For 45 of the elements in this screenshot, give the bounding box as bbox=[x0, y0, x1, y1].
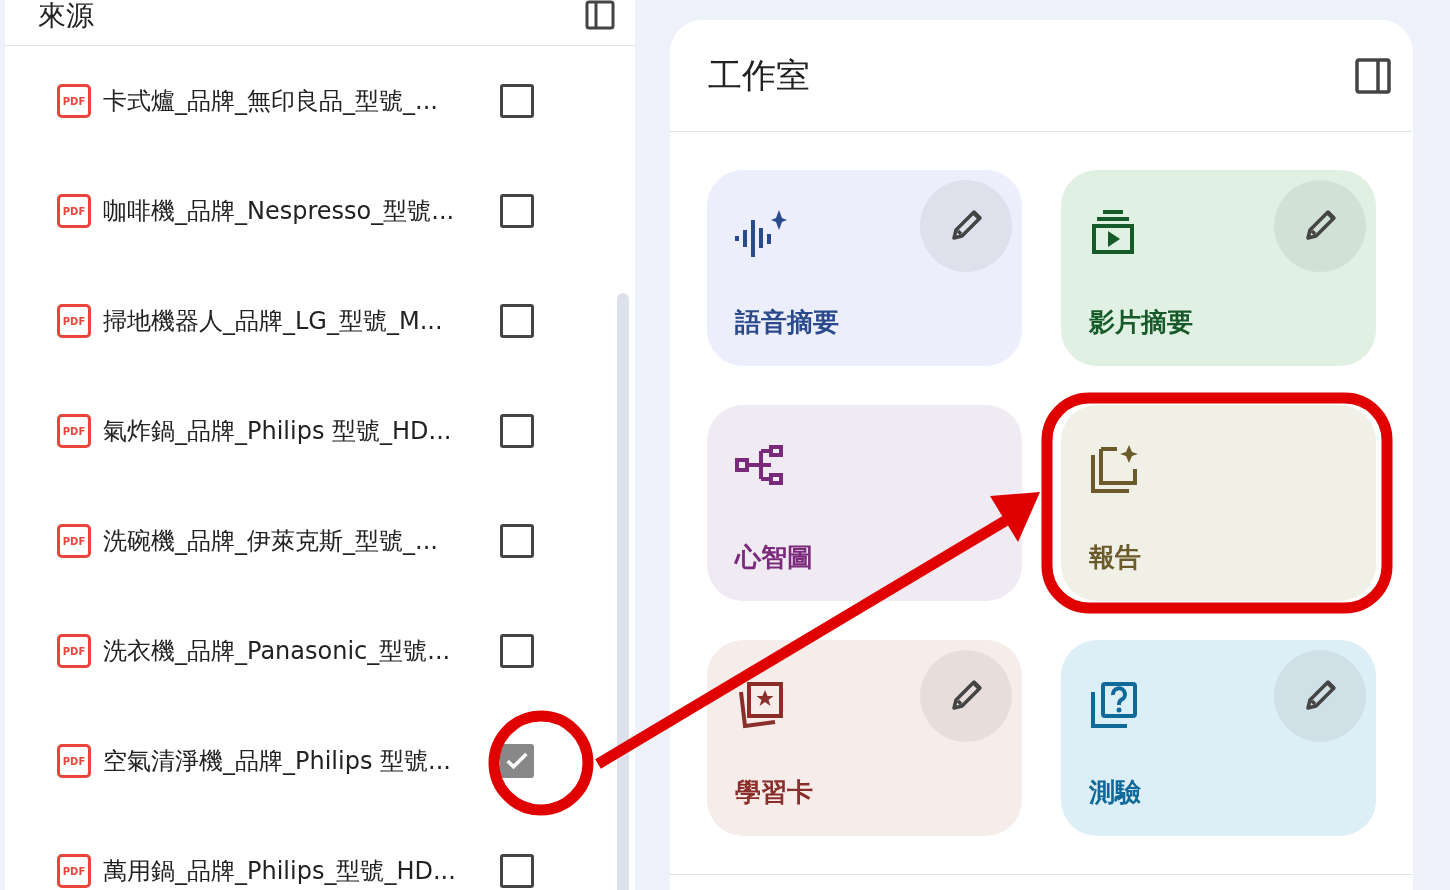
source-name[interactable]: 空氣清淨機_品牌_Philips 型號... bbox=[103, 745, 493, 777]
scrollbar[interactable] bbox=[617, 293, 629, 890]
pdf-file-icon: PDF bbox=[57, 304, 91, 338]
source-name[interactable]: 掃地機器人_品牌_LG_型號_M... bbox=[103, 305, 493, 337]
report-sparkle-icon bbox=[1089, 445, 1139, 495]
card-label: 心智圖 bbox=[735, 541, 814, 574]
panel-toggle-icon[interactable] bbox=[1355, 57, 1391, 94]
audio-wave-icon bbox=[735, 210, 787, 258]
source-name[interactable]: 洗衣機_品牌_Panasonic_型號... bbox=[103, 635, 493, 667]
panel-title: 來源 bbox=[38, 0, 94, 32]
card-label: 報告 bbox=[1089, 541, 1142, 574]
card-label: 影片摘要 bbox=[1089, 306, 1194, 339]
checkbox[interactable] bbox=[500, 744, 534, 778]
checkbox[interactable] bbox=[500, 634, 534, 668]
source-name[interactable]: 氣炸鍋_品牌_Philips 型號_HD... bbox=[103, 415, 493, 447]
checkbox[interactable] bbox=[500, 414, 534, 448]
pdf-file-icon: PDF bbox=[57, 524, 91, 558]
studio-card[interactable]: 測驗 bbox=[1061, 640, 1376, 836]
checkbox[interactable] bbox=[500, 194, 534, 228]
pdf-file-icon: PDF bbox=[57, 84, 91, 118]
pdf-file-icon: PDF bbox=[57, 854, 91, 888]
pdf-file-icon: PDF bbox=[57, 194, 91, 228]
checkbox[interactable] bbox=[500, 854, 534, 888]
panel-title: 工作室 bbox=[708, 53, 810, 97]
source-name[interactable]: 洗碗機_品牌_伊萊克斯_型號_... bbox=[103, 525, 493, 557]
pdf-file-icon: PDF bbox=[57, 744, 91, 778]
checkbox[interactable] bbox=[500, 524, 534, 558]
card-label: 語音摘要 bbox=[735, 306, 840, 339]
studio-card[interactable]: 影片摘要 bbox=[1061, 170, 1376, 366]
source-name[interactable]: 卡式爐_品牌_無印良品_型號_... bbox=[103, 85, 493, 117]
pdf-file-icon: PDF bbox=[57, 414, 91, 448]
studio-card[interactable]: 報告 bbox=[1061, 405, 1376, 601]
studio-card[interactable]: 心智圖 bbox=[707, 405, 1022, 601]
card-label: 測驗 bbox=[1089, 776, 1142, 809]
panel-toggle-icon[interactable] bbox=[585, 0, 615, 30]
studio-card[interactable]: 語音摘要 bbox=[707, 170, 1022, 366]
source-name[interactable]: 萬用鍋_品牌_Philips_型號_HD... bbox=[103, 855, 493, 887]
quiz-question-icon bbox=[1089, 680, 1139, 730]
mind-map-icon bbox=[735, 445, 783, 485]
checkbox[interactable] bbox=[500, 84, 534, 118]
pdf-file-icon: PDF bbox=[57, 634, 91, 668]
studio-card[interactable]: 學習卡 bbox=[707, 640, 1022, 836]
card-label: 學習卡 bbox=[735, 776, 814, 809]
source-name[interactable]: 咖啡機_品牌_Nespresso_型號... bbox=[103, 195, 493, 227]
checkbox[interactable] bbox=[500, 304, 534, 338]
